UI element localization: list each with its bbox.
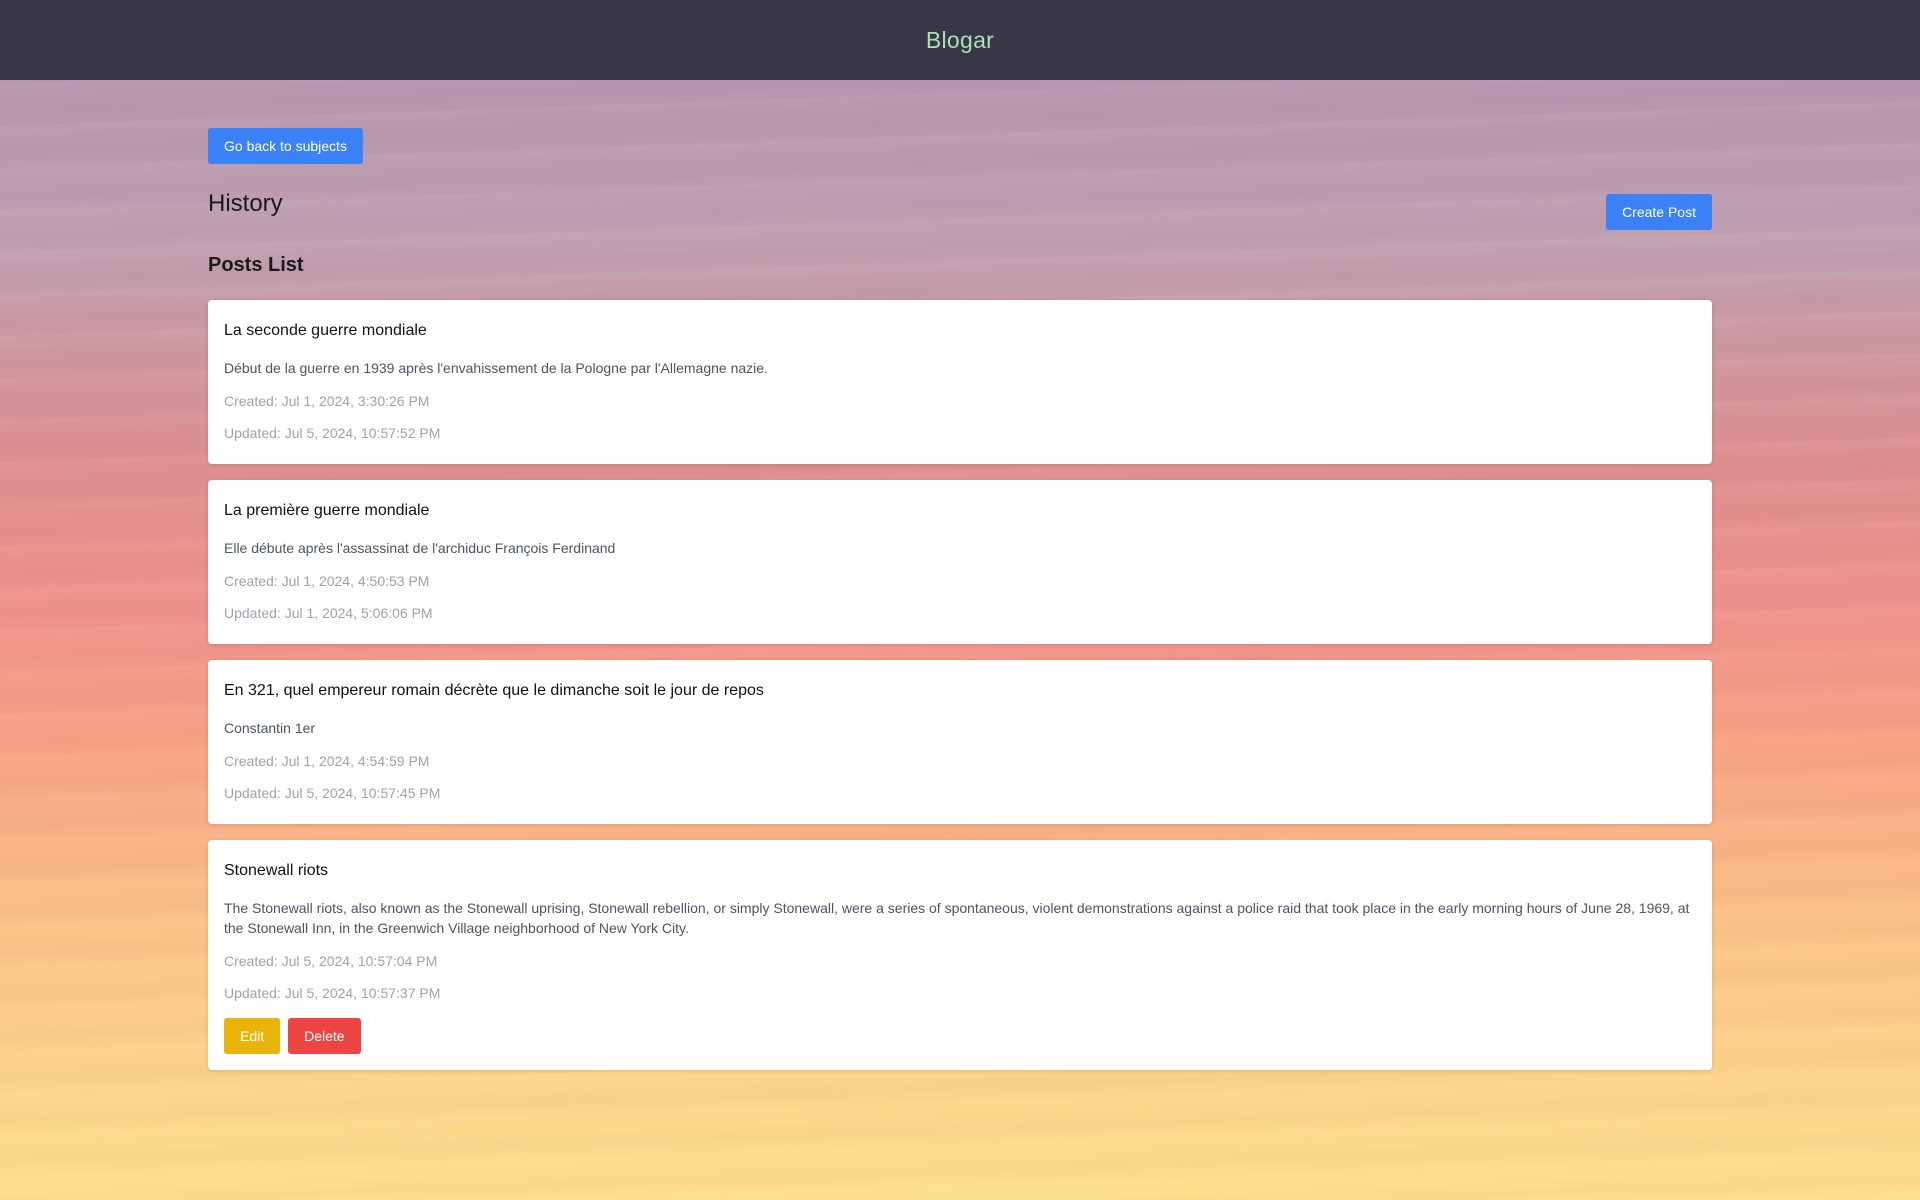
top-navbar: Blogar (0, 0, 1920, 80)
post-updated-date: Updated: Jul 5, 2024, 10:57:45 PM (224, 785, 441, 801)
post-updated-date: Updated: Jul 5, 2024, 10:57:52 PM (224, 425, 441, 441)
post-title: La première guerre mondiale (224, 502, 430, 519)
post-updated-date: Updated: Jul 1, 2024, 5:06:06 PM (224, 605, 433, 621)
post-title: Stonewall riots (224, 862, 329, 879)
back-to-subjects-button[interactable]: Go back to subjects (208, 128, 363, 164)
delete-post-button[interactable]: Delete (288, 1018, 361, 1054)
post-title: En 321, quel empereur romain décrète que… (224, 682, 764, 699)
subject-title: History (208, 190, 283, 217)
post-created-date: Created: Jul 1, 2024, 3:30:26 PM (224, 393, 430, 409)
posts-list: La seconde guerre mondiale Début de la g… (208, 300, 1712, 1086)
post-actions: Edit Delete (224, 1018, 1696, 1054)
post-body: The Stonewall riots, also known as the S… (224, 900, 1690, 936)
edit-post-button[interactable]: Edit (224, 1018, 281, 1054)
create-post-button[interactable]: Create Post (1606, 194, 1712, 230)
post-card: La première guerre mondiale Elle débute … (208, 480, 1712, 644)
post-body: Elle débute après l'assassinat de l'arch… (224, 540, 616, 556)
posts-list-heading: Posts List (208, 254, 304, 276)
post-body: Début de la guerre en 1939 après l'envah… (224, 360, 768, 376)
post-title: La seconde guerre mondiale (224, 322, 427, 339)
post-created-date: Created: Jul 1, 2024, 4:54:59 PM (224, 753, 430, 769)
brand-logo-text[interactable]: Blogar (926, 27, 994, 54)
post-updated-date: Updated: Jul 5, 2024, 10:57:37 PM (224, 985, 441, 1001)
post-card: En 321, quel empereur romain décrète que… (208, 660, 1712, 824)
post-created-date: Created: Jul 5, 2024, 10:57:04 PM (224, 953, 438, 969)
post-created-date: Created: Jul 1, 2024, 4:50:53 PM (224, 573, 430, 589)
post-card: Stonewall riots The Stonewall riots, als… (208, 840, 1712, 1070)
post-card: La seconde guerre mondiale Début de la g… (208, 300, 1712, 464)
post-body: Constantin 1er (224, 720, 316, 736)
